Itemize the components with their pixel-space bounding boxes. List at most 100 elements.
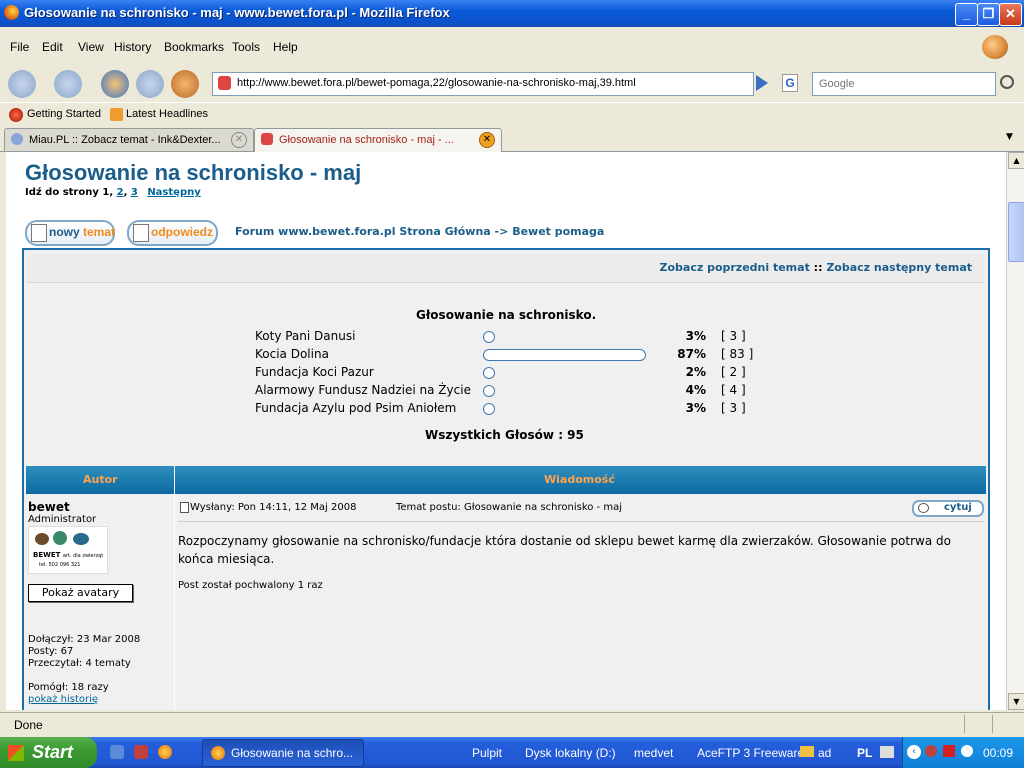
poll-option-name: Kocia Dolina	[255, 347, 329, 361]
maximize-button[interactable]: ❐	[977, 3, 1000, 26]
toolbar-medvet[interactable]: medvet	[634, 746, 673, 760]
previous-topic-link[interactable]: Zobacz poprzedni temat	[659, 261, 809, 274]
poll-option-votes: [ 3 ]	[721, 401, 746, 415]
close-tab-icon[interactable]: ✕	[231, 132, 247, 148]
new-topic-label: nowy	[49, 225, 80, 239]
forward-icon[interactable]	[54, 70, 82, 98]
close-window-button[interactable]: ✕	[999, 3, 1022, 26]
poll-option-votes: [ 83 ]	[721, 347, 754, 361]
stop-icon[interactable]	[136, 70, 164, 98]
vertical-scrollbar[interactable]: ▲ ▼	[1006, 152, 1024, 710]
forum-home-link[interactable]: Forum www.bewet.fora.pl Strona Główna	[235, 225, 491, 238]
poll-option-percent: 2%	[685, 365, 706, 379]
next-page-link[interactable]: Następny	[147, 187, 200, 198]
lock-icon	[964, 715, 989, 733]
tray-expand-icon[interactable]: ‹	[907, 745, 921, 759]
task-label: Głosowanie na schro...	[231, 746, 354, 760]
menu-tools[interactable]: Tools	[232, 40, 260, 54]
topic-table: Zobacz poprzedni temat :: Zobacz następn…	[22, 248, 990, 710]
post-author[interactable]: bewet	[28, 500, 70, 514]
window-title-bar[interactable]: Głosowanie na schronisko - maj - www.bew…	[0, 0, 1024, 27]
toolbar-ad[interactable]: ad	[818, 746, 831, 760]
poll-option-name: Fundacja Koci Pazur	[255, 365, 374, 379]
reply-label: odpowiedz	[151, 225, 213, 239]
throbber-icon	[982, 35, 1008, 59]
go-icon[interactable]	[756, 75, 768, 91]
page-3-link[interactable]: 3	[131, 187, 138, 198]
close-tab-icon[interactable]: ✕	[479, 132, 495, 148]
tray-app-icon[interactable]	[925, 745, 937, 757]
quote-button[interactable]: cytuj	[912, 500, 984, 517]
task-glosowanie[interactable]: Głosowanie na schro...	[202, 739, 364, 767]
show-history-link[interactable]: pokaż historię	[28, 694, 98, 705]
tab-favicon	[261, 133, 273, 145]
tab-miau[interactable]: Miau.PL :: Zobacz temat - Ink&Dexter... …	[4, 128, 254, 151]
poll-option-votes: [ 4 ]	[721, 383, 746, 397]
home-icon[interactable]	[171, 70, 199, 98]
media-player-icon[interactable]	[110, 745, 124, 759]
bookmarks-toolbar: Getting Started Latest Headlines	[0, 102, 1024, 127]
status-bar: Done	[0, 712, 1024, 737]
toolbar-pulpit[interactable]: Pulpit	[472, 746, 502, 760]
language-indicator[interactable]: PL	[857, 746, 872, 760]
post-subject: Temat postu: Głosowanie na schronisko - …	[396, 502, 622, 513]
minimize-button[interactable]: _	[955, 3, 978, 26]
system-tray: ‹ 00:09	[902, 737, 1024, 768]
keyboard-icon[interactable]	[880, 746, 894, 758]
reload-icon[interactable]	[101, 70, 129, 98]
next-topic-link[interactable]: Zobacz następny temat	[826, 261, 972, 274]
menu-edit[interactable]: Edit	[42, 40, 63, 54]
poll-option-name: Koty Pani Danusi	[255, 329, 356, 343]
menu-help[interactable]: Help	[273, 40, 298, 54]
start-button[interactable]: Start	[0, 737, 97, 768]
menu-bookmarks[interactable]: Bookmarks	[164, 40, 224, 54]
poll-option-votes: [ 2 ]	[721, 365, 746, 379]
search-engine-icon[interactable]: G	[782, 74, 798, 92]
author-helped: Pomógł: 18 razy	[28, 682, 109, 693]
search-input[interactable]	[817, 74, 991, 94]
author-avatar: BEWET art. dla zwierząt tel. 502 096 321	[28, 526, 108, 574]
tab-list-icon[interactable]: ▼	[1006, 132, 1013, 142]
toolbar-aceftp[interactable]: AceFTP 3 Freeware	[697, 746, 804, 760]
post-row: bewet Administrator BEWET art. dla zwier…	[26, 494, 986, 710]
avatar-brand: BEWET art. dla zwierząt	[33, 551, 104, 559]
reply-button[interactable]: odpowiedz	[127, 220, 218, 246]
menu-file[interactable]: File	[10, 40, 29, 54]
new-topic-button[interactable]: nowy temat	[25, 220, 115, 246]
clock: 00:09	[983, 746, 1014, 760]
page-current: 1	[102, 187, 110, 198]
tray-messenger-icon[interactable]	[961, 745, 973, 757]
author-header: Autor	[83, 473, 118, 486]
poll-option-bar	[483, 331, 495, 343]
scroll-up-icon[interactable]: ▲	[1008, 152, 1024, 169]
search-box[interactable]	[812, 72, 996, 96]
tray-antivirus-icon[interactable]	[943, 745, 955, 757]
menu-bar: File Edit View History Bookmarks Tools H…	[0, 27, 1024, 66]
poll-option-name: Alarmowy Fundusz Nadziei na Życie	[255, 383, 471, 397]
url-bar[interactable]: http://www.bewet.fora.pl/bewet-pomaga,22…	[212, 72, 754, 96]
back-icon[interactable]	[8, 70, 36, 98]
breadcrumb: Forum www.bewet.fora.pl Strona Główna ->…	[235, 225, 604, 238]
author-joined: Dołączył: 23 Mar 2008	[28, 634, 141, 645]
tab-glosowanie[interactable]: Głosowanie na schronisko - maj - ... ✕	[254, 128, 502, 152]
toolbar-disk-d[interactable]: Dysk lokalny (D:)	[525, 746, 616, 760]
show-avatars-button[interactable]: Pokaż avatary	[28, 584, 133, 602]
search-icon[interactable]	[1000, 75, 1014, 89]
forum-section-link[interactable]: Bewet pomaga	[512, 225, 604, 238]
site-favicon	[218, 76, 231, 90]
bird-icon	[53, 531, 67, 545]
bookmark-getting-started[interactable]: Getting Started	[27, 108, 101, 120]
page-content: Głosowanie na schronisko - maj Idź do st…	[6, 152, 1006, 710]
firefox-quicklaunch-icon[interactable]	[158, 745, 172, 759]
menu-view[interactable]: View	[78, 40, 104, 54]
poll-option-name: Fundacja Azylu pod Psim Aniołem	[255, 401, 457, 415]
page-2-link[interactable]: 2	[117, 187, 124, 198]
menu-history[interactable]: History	[114, 40, 151, 54]
scroll-thumb[interactable]	[1008, 202, 1024, 262]
table-header: Autor Wiadomość	[26, 466, 986, 494]
bookmark-latest-headlines[interactable]: Latest Headlines	[126, 108, 208, 120]
scroll-down-icon[interactable]: ▼	[1008, 693, 1024, 710]
app-icon[interactable]	[134, 745, 148, 759]
windows-logo-icon	[8, 745, 24, 761]
window-title: Głosowanie na schronisko - maj - www.bew…	[24, 5, 450, 20]
